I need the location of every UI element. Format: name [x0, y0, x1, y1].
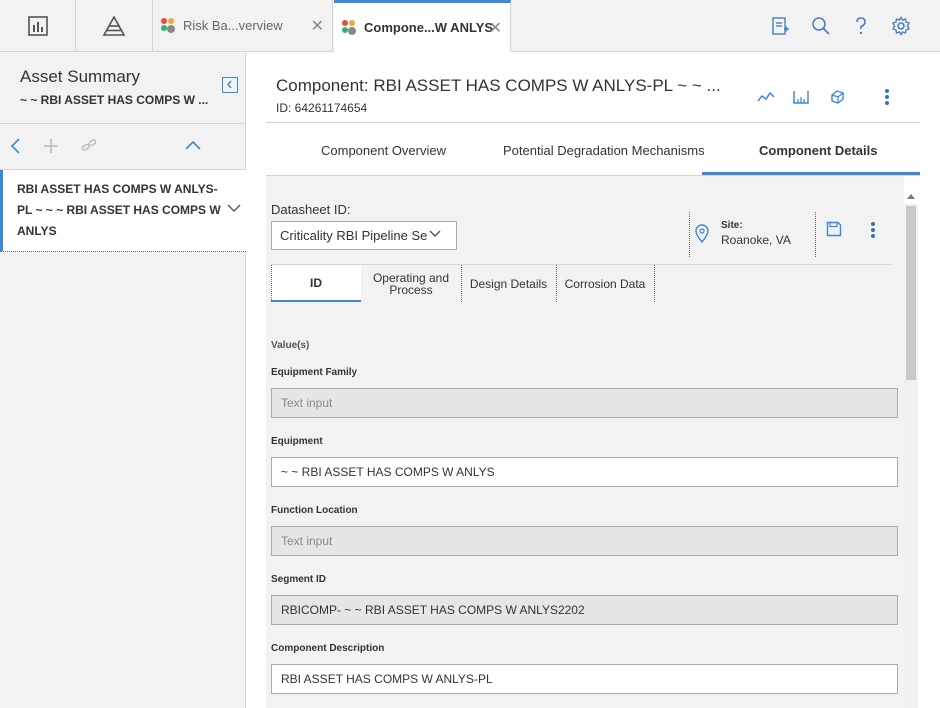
component-title: Component: RBI ASSET HAS COMPS W ANLYS-P… [276, 76, 721, 95]
chevron-down-icon[interactable] [226, 202, 242, 214]
chevron-up-icon[interactable] [184, 139, 202, 153]
tab-component-overview[interactable]: Component Overview [321, 143, 446, 158]
scroll-up-arrow-icon[interactable] [906, 192, 916, 200]
tab-label: Risk Ba...verview [183, 18, 283, 33]
active-tab-indicator [702, 172, 920, 175]
equipment-field[interactable]: ~ ~ RBI ASSET HAS COMPS W ANLYS [271, 457, 898, 487]
field-label-equipment-family: Equipment Family [271, 367, 358, 378]
add-icon[interactable] [42, 137, 60, 155]
tab-risk-overview[interactable]: Risk Ba...verview ✕ [153, 0, 333, 51]
help-icon [856, 17, 866, 35]
back-icon[interactable] [9, 137, 23, 155]
tab-separator [654, 265, 655, 302]
cube-icon[interactable] [828, 88, 846, 106]
panel-toolbar [0, 125, 246, 170]
segment-id-field[interactable]: RBICOMP- ~ ~ RBI ASSET HAS COMPS W ANLYS… [271, 595, 898, 625]
close-tab-icon[interactable]: ✕ [311, 16, 324, 36]
scrollbar-thumb[interactable] [906, 206, 916, 380]
tab-component[interactable]: Compone...W ANLYS ✕ [334, 0, 511, 52]
more-options-icon[interactable] [880, 88, 894, 106]
save-icon[interactable] [826, 221, 842, 237]
tab-separator [271, 265, 272, 302]
asset-summary-panel: Asset Summary ~ ~ RBI ASSET HAS COMPS W … [0, 52, 246, 708]
top-bar: Risk Ba...verview ✕ Compone...W ANLYS ✕ [0, 0, 940, 52]
field-tab-design-details[interactable]: Design Details [461, 265, 556, 302]
search-icon [812, 17, 830, 35]
close-tab-icon[interactable]: ✕ [489, 18, 502, 38]
field-tab-corrosion-data[interactable]: Corrosion Data [556, 265, 654, 302]
trend-chart-icon[interactable] [757, 88, 775, 106]
component-description-field[interactable]: RBI ASSET HAS COMPS W ANLYS-PL [271, 664, 898, 694]
site-divider [689, 212, 690, 257]
measurement-icon[interactable] [792, 88, 810, 106]
location-pin-icon [695, 224, 709, 244]
component-id: ID: 64261174654 [276, 101, 368, 115]
rbi-app-icon [161, 17, 175, 33]
asset-item-label: RBI ASSET HAS COMPS W ANLYS-PL ~ ~ ~ RBI… [17, 182, 221, 238]
site-divider-right [815, 212, 816, 257]
values-section-label: Value(s) [271, 340, 310, 351]
datasheet-more-icon[interactable] [866, 221, 880, 239]
tab-potential-degradation-mechanisms[interactable]: Potential Degradation Mechanisms [503, 143, 705, 158]
site-value: Roanoke, VA [721, 233, 791, 247]
header-divider [266, 122, 920, 123]
settings-button[interactable] [890, 15, 912, 37]
asset-hierarchy-nav-button[interactable] [76, 0, 153, 51]
rbi-app-icon [342, 19, 356, 35]
tab-label: Compone...W ANLYS [364, 20, 494, 35]
asset-summary-header: Asset Summary ~ ~ RBI ASSET HAS COMPS W … [0, 52, 246, 124]
function-location-field[interactable]: Text input [271, 526, 898, 556]
dashboard-nav-button[interactable] [0, 0, 76, 51]
field-tab-operating-and-process[interactable]: Operating and Process [361, 265, 461, 302]
dashboard-icon [27, 15, 48, 36]
chevron-left-icon [227, 80, 232, 89]
field-tab-id[interactable]: ID [271, 265, 361, 302]
chevron-down-icon[interactable] [428, 229, 442, 239]
link-icon[interactable] [80, 137, 100, 155]
field-label-equipment: Equipment [271, 436, 323, 447]
datasheet-label: Datasheet ID: [271, 202, 351, 217]
site-label: Site: [721, 220, 743, 231]
collapse-panel-button[interactable] [222, 77, 238, 93]
gear-icon [892, 16, 910, 36]
queue-button[interactable] [769, 15, 791, 37]
pyramid-icon [102, 14, 126, 36]
help-button[interactable] [850, 15, 872, 37]
field-label-function-location: Function Location [271, 505, 358, 516]
field-label-segment-id: Segment ID [271, 574, 327, 585]
clipboard-add-icon [772, 17, 789, 35]
field-label-component-description: Component Description [271, 643, 385, 654]
field-tab-label: Operating and Process [372, 270, 450, 297]
datasheet-area [266, 176, 904, 708]
panel-title: Asset Summary [20, 67, 140, 86]
selected-asset-item[interactable]: RBI ASSET HAS COMPS W ANLYS-PL ~ ~ ~ RBI… [0, 170, 246, 252]
search-button[interactable] [810, 15, 832, 37]
panel-subtitle: ~ ~ RBI ASSET HAS COMPS W ... [20, 93, 209, 107]
tab-component-details[interactable]: Component Details [759, 143, 877, 158]
equipment-family-field[interactable]: Text input [271, 388, 898, 418]
